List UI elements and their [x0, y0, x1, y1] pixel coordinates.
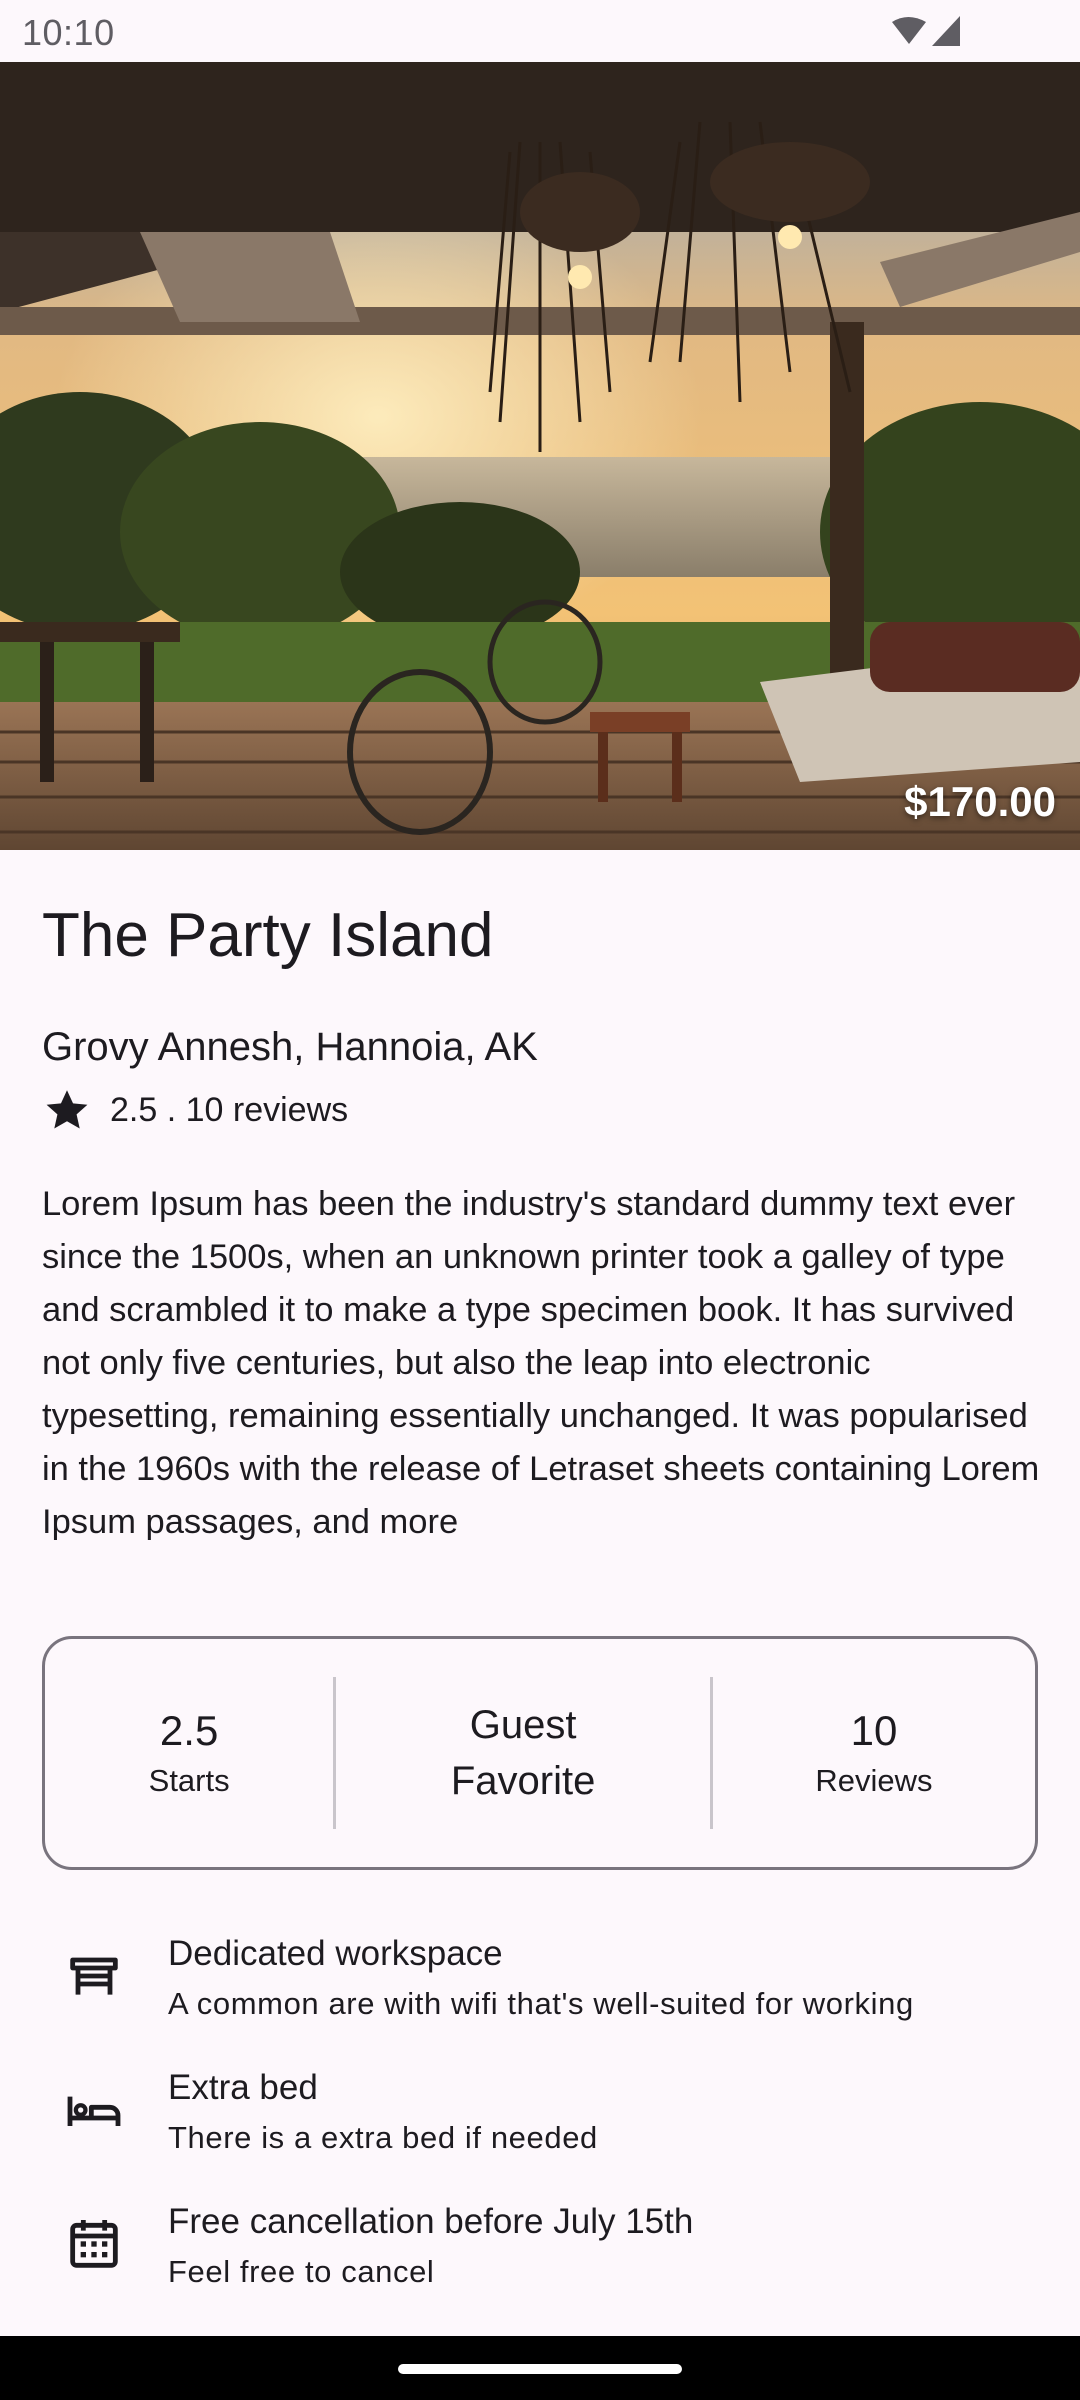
rating-stat: 2.5 Starts [45, 1639, 333, 1867]
listing-description: Lorem Ipsum has been the industry's stan… [42, 1185, 1040, 1541]
rating-text: 2.5 . 10 reviews [110, 1090, 349, 1129]
stats-card: 2.5 Starts Guest Favorite 10 Reviews [42, 1636, 1038, 1870]
listing-location: Grovy Annesh, Hannoia, AK [42, 1025, 538, 1069]
status-icons [892, 16, 960, 46]
rating-stat-label: Starts [148, 1763, 230, 1798]
price-label: $170.00 [904, 778, 1056, 825]
badge-line-1: Guest [469, 1703, 577, 1747]
amenity-subtitle: A common are with wifi that's well-suite… [168, 1986, 914, 2021]
amenity-item: Dedicated workspace A common are with wi… [0, 1920, 1080, 2030]
rating-row: 2.5 . 10 reviews [42, 1085, 348, 1135]
star-icon [46, 1090, 88, 1129]
reviews-stat-value: 10 [850, 1707, 898, 1754]
rating-stat-value: 2.5 [159, 1707, 219, 1754]
reviews-stat[interactable]: 10 Reviews [713, 1639, 1035, 1867]
status-time: 10:10 [22, 12, 115, 53]
navigation-bar [0, 2336, 1080, 2400]
amenity-item: Free cancellation before July 15th Feel … [0, 2188, 1080, 2298]
sunset-terrace-photo [0, 62, 1080, 850]
home-gesture-handle[interactable] [398, 2364, 682, 2374]
listing-hero-image: $170.00 [0, 62, 1080, 850]
reviews-stat-label: Reviews [815, 1763, 933, 1798]
bed-icon [67, 2096, 121, 2126]
badge-line-2: Favorite [450, 1759, 596, 1803]
desk-icon [70, 1957, 118, 1995]
amenity-subtitle: There is a extra bed if needed [168, 2120, 598, 2155]
amenity-subtitle: Feel free to cancel [168, 2254, 435, 2289]
amenity-item: Extra bed There is a extra bed if needed [0, 2054, 1080, 2164]
signal-icon [932, 16, 960, 46]
wifi-icon [892, 17, 926, 44]
listing-title: The Party Island [42, 901, 494, 970]
status-bar: 10:10 [0, 0, 1080, 62]
guest-favorite-badge: Guest Favorite [336, 1639, 710, 1867]
amenity-title: Dedicated workspace [168, 1934, 503, 1973]
amenity-title: Extra bed [168, 2068, 318, 2107]
amenity-title: Free cancellation before July 15th [168, 2202, 694, 2241]
calendar-icon [70, 2220, 118, 2268]
